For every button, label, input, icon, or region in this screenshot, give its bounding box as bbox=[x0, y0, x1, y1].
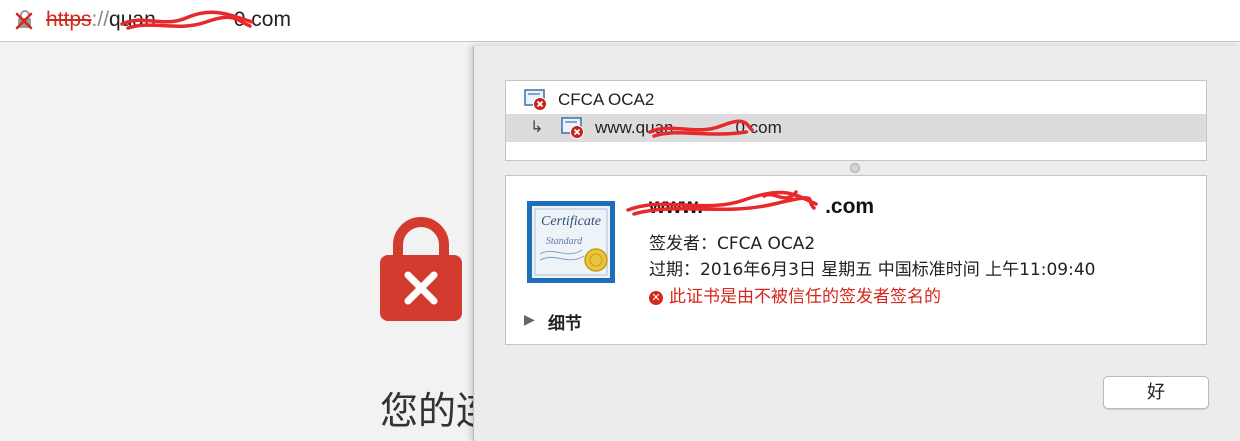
expiry-row: 过期：2016年6月3日 星期五 中国标准时间 上午11:09:40 bbox=[649, 255, 1095, 280]
chain-item-label-end: 0.com bbox=[735, 118, 782, 137]
address-bar[interactable]: https://quan 0.com bbox=[0, 0, 1240, 42]
lock-broken-icon[interactable] bbox=[14, 9, 36, 31]
chain-item-label: CFCA OCA2 bbox=[558, 90, 655, 109]
ok-button[interactable]: 好 bbox=[1103, 376, 1209, 409]
lock-error-icon bbox=[380, 217, 462, 321]
chain-item-leaf[interactable]: ↳ www.quan 0.com bbox=[506, 114, 1206, 142]
chain-item-label: www.quan 0.com bbox=[595, 118, 782, 138]
cert-image-title: Certificate bbox=[541, 214, 601, 229]
cert-image-subtitle: Standard bbox=[546, 236, 583, 247]
error-circle-icon: ✕ bbox=[649, 291, 663, 305]
chain-item-root[interactable]: CFCA OCA2 bbox=[506, 86, 1206, 114]
url-host-start: quan bbox=[109, 8, 156, 31]
certificate-error-icon bbox=[561, 117, 584, 139]
trust-error-text: 此证书是由不被信任的签发者签名的 bbox=[669, 287, 941, 307]
expiry-label: 过期： bbox=[649, 260, 700, 280]
details-toggle-label[interactable]: 细节 bbox=[548, 309, 582, 334]
certificate-chain: CFCA OCA2 ↳ www.quan 0.com bbox=[505, 80, 1207, 161]
certificate-icon: Certificate Standard bbox=[527, 201, 615, 283]
chain-item-label-start: www.quan bbox=[595, 118, 674, 137]
split-view-handle[interactable] bbox=[850, 163, 860, 173]
certificate-sheet: CFCA OCA2 ↳ www.quan 0.com Certificate St… bbox=[473, 46, 1240, 441]
url-scheme: https bbox=[46, 8, 92, 31]
certificate-name: www. .com bbox=[649, 195, 874, 219]
disclosure-triangle-icon[interactable]: ▶ bbox=[524, 311, 535, 328]
issuer-label: 签发者： bbox=[649, 234, 717, 254]
child-arrow-icon: ↳ bbox=[530, 119, 544, 136]
certificate-details: Certificate Standard www. .com 签发者：CFCA O… bbox=[505, 175, 1207, 345]
issuer-value: CFCA OCA2 bbox=[717, 234, 816, 254]
url-separator: :// bbox=[91, 8, 110, 31]
issuer-row: 签发者：CFCA OCA2 bbox=[649, 229, 815, 254]
certificate-name-end: .com bbox=[825, 195, 875, 218]
trust-error-row: ✕ 此证书是由不被信任的签发者签名的 bbox=[649, 282, 941, 307]
certificate-name-start: www. bbox=[649, 195, 704, 218]
url-host-end: 0.com bbox=[233, 8, 291, 31]
url-text[interactable]: https://quan 0.com bbox=[46, 8, 291, 32]
expiry-value: 2016年6月3日 星期五 中国标准时间 上午11:09:40 bbox=[700, 260, 1096, 280]
certificate-error-icon bbox=[524, 89, 547, 111]
